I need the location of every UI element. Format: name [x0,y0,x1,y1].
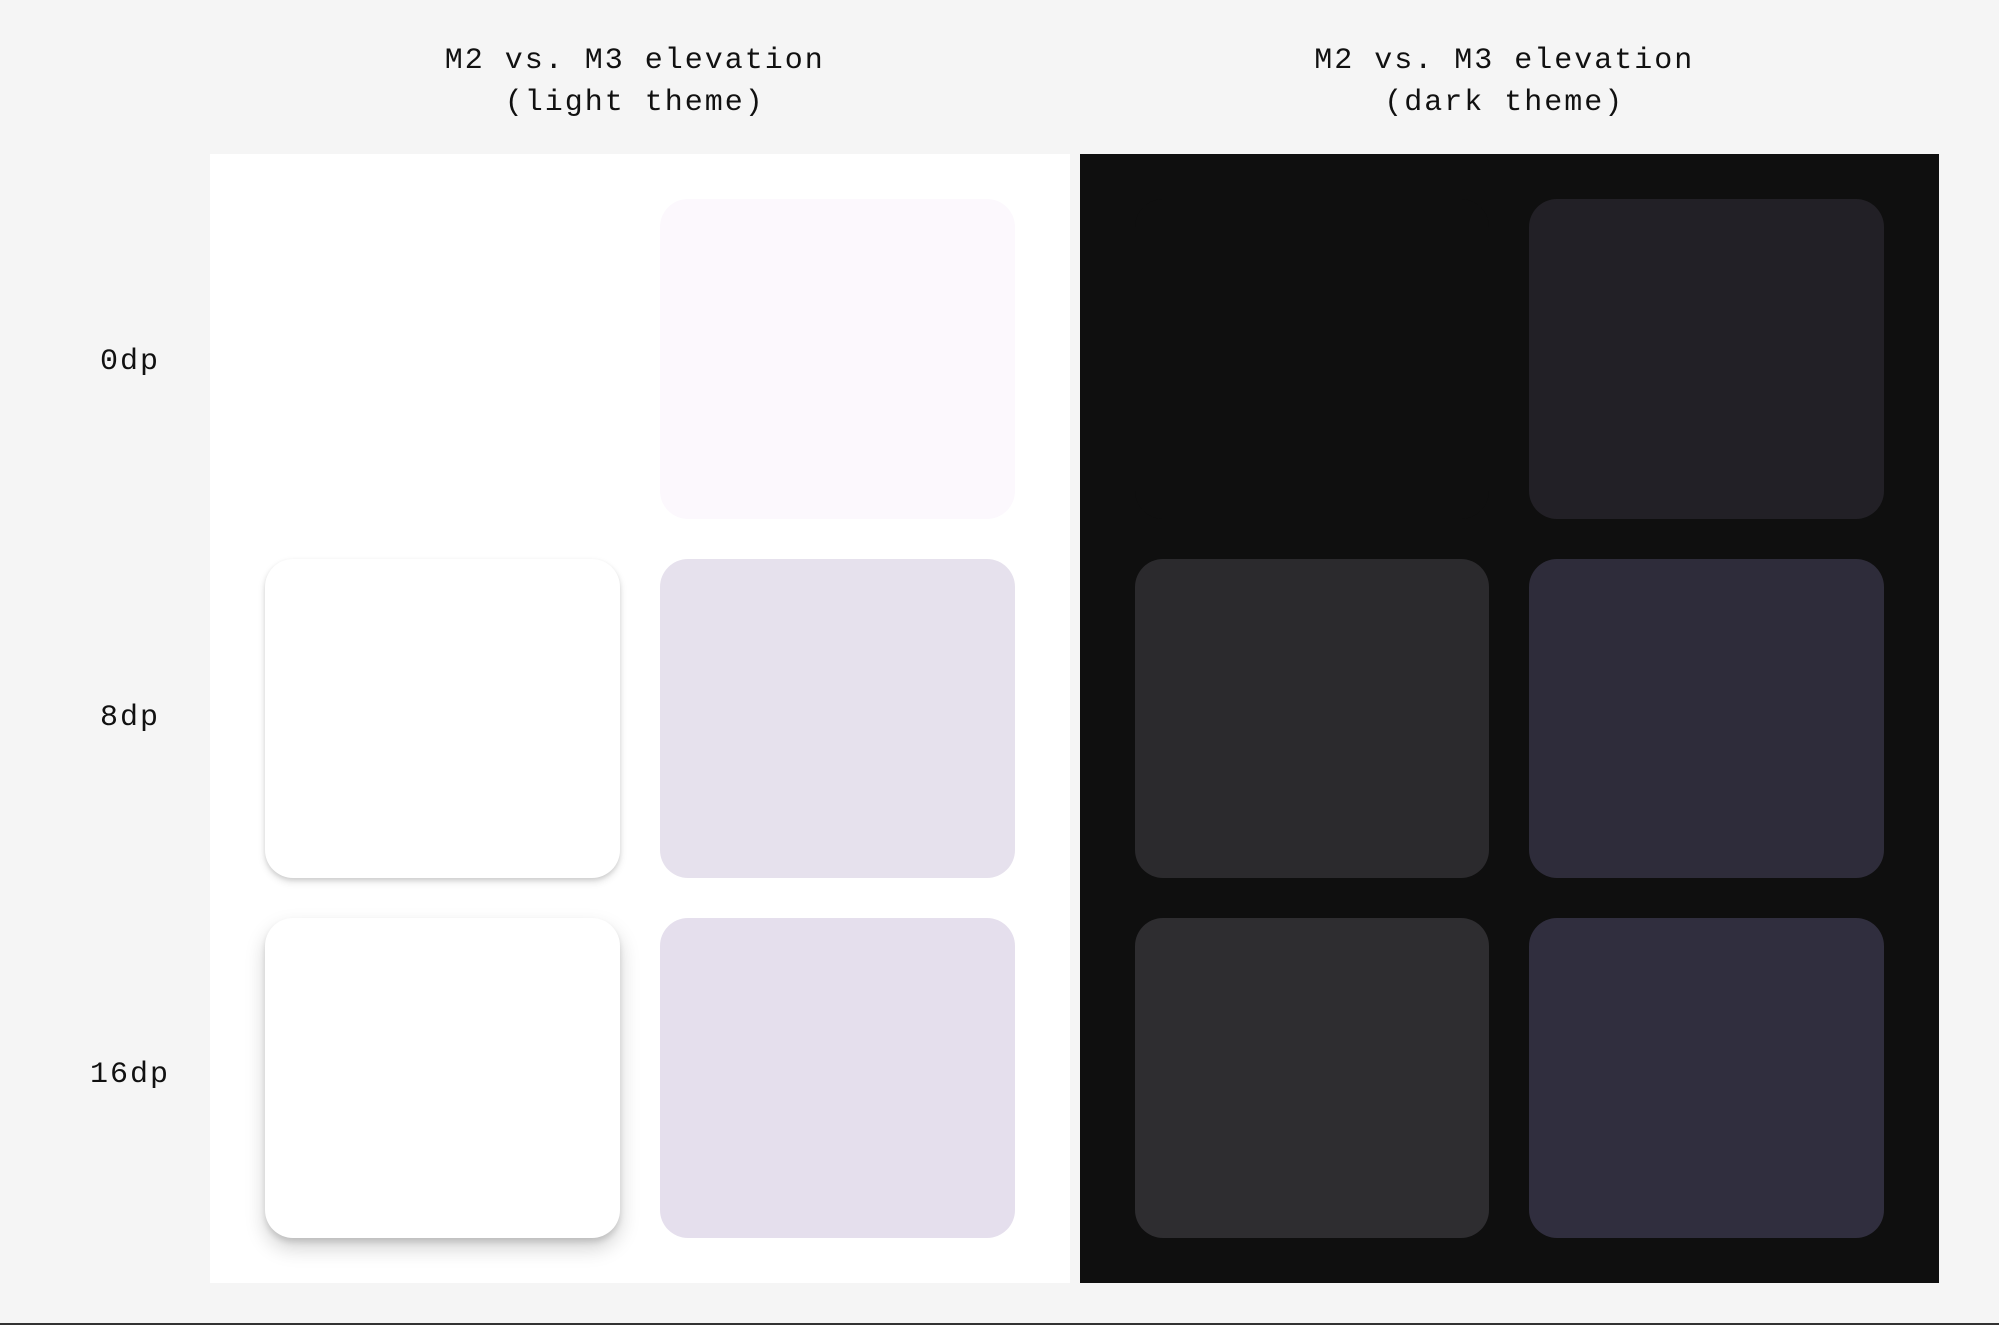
swatch-m2-dark-8dp [1135,559,1490,879]
swatch-m2-light-8dp [265,559,620,879]
light-theme-panel [210,154,1070,1283]
swatch-m3-light-8dp [660,559,1015,879]
elevation-comparison-diagram: M2 vs. M3 elevation (light theme) M2 vs.… [60,40,1939,1283]
swatch-m2-dark-16dp [1135,918,1490,1238]
row-label-0dp: 0dp [100,184,160,540]
dark-theme-panel [1080,154,1940,1283]
swatch-m3-dark-8dp [1529,559,1884,879]
elevation-row-labels: 0dp 8dp 16dp [60,154,200,1283]
swatch-m2-light-0dp [265,199,620,519]
row-label-16dp: 16dp [90,897,170,1253]
row-label-8dp: 8dp [100,540,160,896]
swatch-m2-dark-0dp [1135,199,1490,519]
swatch-m3-dark-16dp [1529,918,1884,1238]
corner-spacer [60,40,200,154]
header-light-theme: M2 vs. M3 elevation (light theme) [200,40,1070,154]
swatch-m2-light-16dp [265,918,620,1238]
swatch-m3-light-0dp [660,199,1015,519]
swatch-m3-dark-0dp [1529,199,1884,519]
header-dark-theme: M2 vs. M3 elevation (dark theme) [1070,40,1940,154]
swatch-m3-light-16dp [660,918,1015,1238]
